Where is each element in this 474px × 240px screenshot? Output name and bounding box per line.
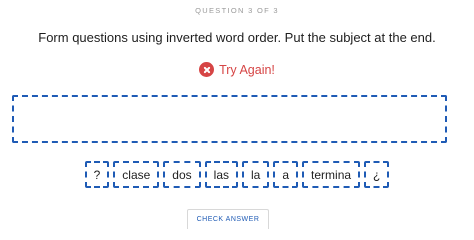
feedback-message: Try Again! — [0, 62, 474, 77]
word-bank: ? clase dos las la a termina ¿ — [0, 161, 474, 188]
check-answer-button[interactable]: CHECK ANSWER — [187, 209, 269, 229]
x-circle-icon — [199, 62, 215, 77]
word-tile[interactable]: ¿ — [364, 161, 390, 188]
word-tile[interactable]: la — [242, 161, 270, 188]
word-tile[interactable]: a — [273, 161, 299, 188]
question-counter: QUESTION 3 OF 3 — [195, 6, 279, 15]
word-tile[interactable]: clase — [113, 161, 160, 188]
word-tile[interactable]: las — [204, 161, 238, 188]
instructions-text: Form questions using inverted word order… — [38, 30, 436, 45]
word-tile[interactable]: ? — [84, 161, 110, 188]
word-tile[interactable]: dos — [163, 161, 201, 188]
feedback-text: Try Again! — [219, 62, 275, 77]
word-tile[interactable]: termina — [302, 161, 361, 188]
answer-drop-zone[interactable] — [12, 95, 447, 143]
